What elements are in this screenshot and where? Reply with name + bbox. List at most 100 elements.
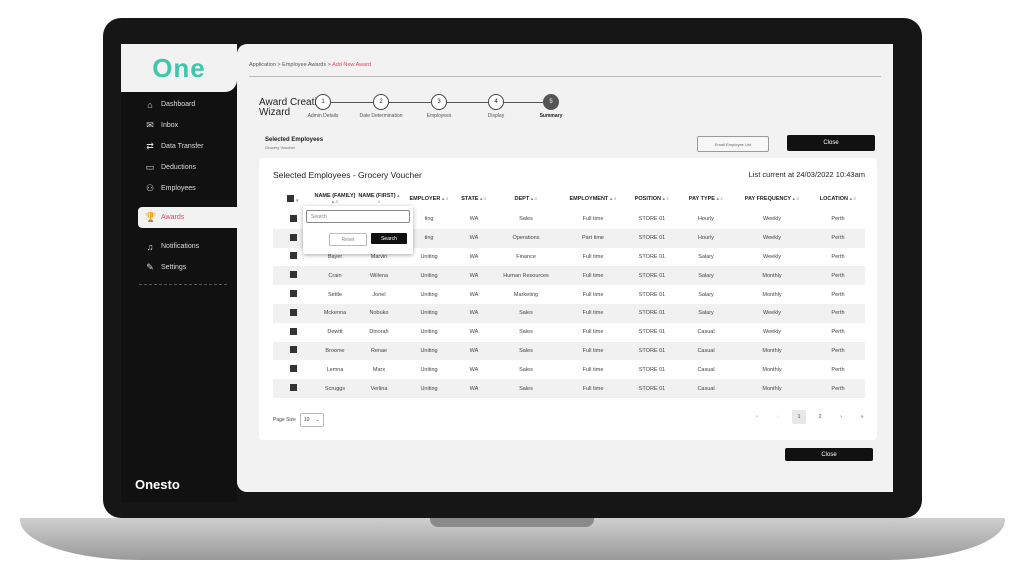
logo-area[interactable]: One <box>121 44 237 92</box>
column-header[interactable]: PAY TYPE ▴ ⌕ <box>679 188 733 210</box>
row-select-cell <box>273 285 313 304</box>
sort-filter-icon[interactable]: ▴ ⌕ <box>663 196 670 202</box>
page-size-select[interactable]: 10 ⌄ <box>299 413 324 427</box>
page-1-button[interactable]: 1 <box>792 410 806 424</box>
search-button[interactable]: Search <box>371 233 407 244</box>
row-checkbox[interactable] <box>289 384 297 392</box>
step-label: Summary <box>539 113 563 119</box>
brand-logo: Onesto <box>135 477 180 492</box>
sidebar-item-label: Awards <box>161 214 185 221</box>
row-checkbox[interactable] <box>289 365 297 373</box>
table-cell: STORE 01 <box>625 228 679 248</box>
sidebar-item-settings[interactable]: ✎ Settings <box>121 257 237 278</box>
sort-filter-icon[interactable]: ▴ ⌕ <box>531 196 538 202</box>
table-row[interactable]: Settle Jonel Uniting WA Marketing Full time ST… <box>273 285 865 304</box>
row-checkbox[interactable] <box>289 346 297 354</box>
page-2-button[interactable]: 2 <box>813 410 827 424</box>
column-header[interactable]: DEPT ▴ ⌕ <box>491 188 561 210</box>
sort-filter-icon[interactable]: ▴ ⌕ <box>442 196 449 202</box>
table-row[interactable]: Dewitt Dinorah Uniting WA Sales Full time STOR… <box>273 323 865 342</box>
column-header-label: STATE <box>461 196 479 202</box>
table-row[interactable]: Broome Renae Uniting WA Sales Full time STORE … <box>273 341 865 361</box>
laptop-notch <box>430 518 594 527</box>
row-checkbox[interactable] <box>289 308 297 316</box>
sidebar-item-deductions[interactable]: ▭ Deductions <box>121 157 237 178</box>
wizard-step-2[interactable]: 2 Date Determination <box>351 94 411 119</box>
column-header-label: POSITION <box>634 196 662 202</box>
first-page-icon[interactable]: « <box>750 410 764 424</box>
sort-filter-icon[interactable]: ▴ ⌕ <box>332 199 339 205</box>
table-row[interactable]: Scruggs Verlina Uniting WA Sales Full time STO… <box>273 379 865 398</box>
table-cell: Hourly <box>698 216 714 223</box>
column-header[interactable]: PAY FREQUENCY ▴ ⌕ <box>733 188 811 210</box>
wizard-step-5[interactable]: 5 Summary <box>521 94 581 119</box>
column-header[interactable]: EMPLOYMENT ▴ ⌕ <box>561 188 625 210</box>
table-cell: Monthly <box>733 266 811 286</box>
reset-button[interactable]: Reset <box>329 233 367 246</box>
employees-icon: ⚇ <box>145 183 155 193</box>
wizard-step-3[interactable]: 3 Employees <box>409 94 469 119</box>
step-label: Admin Details <box>307 113 339 119</box>
table-cell: Sales <box>519 366 533 373</box>
table-cell: Jonel <box>372 291 386 298</box>
table-cell: Weekly <box>763 216 781 223</box>
sort-filter-icon[interactable]: ▴ ⌕ <box>480 196 487 202</box>
chevron-down-icon: ⌄ <box>315 417 320 423</box>
table-cell: Full time <box>561 379 625 398</box>
prev-page-icon[interactable]: ‹ <box>771 410 785 424</box>
column-header[interactable]: POSITION ▴ ⌕ <box>625 188 679 210</box>
sidebar-item-notifications[interactable]: ♫ Notifications <box>121 236 237 257</box>
select-all-checkbox[interactable] <box>287 194 295 202</box>
step-label: Display <box>487 113 505 119</box>
wizard-step-4[interactable]: 4 Display <box>466 94 526 119</box>
sidebar-item-employees[interactable]: ⚇ Employees <box>121 178 237 199</box>
close-button[interactable]: Close <box>787 135 875 151</box>
table-row[interactable]: Crain Willena Uniting WA Human Resources Full… <box>273 266 865 286</box>
sort-icon[interactable]: ▾ <box>296 198 299 204</box>
table-row[interactable]: Mckenna Nobuko Uniting WA Sales Full time STOR… <box>273 303 865 323</box>
step-number: 1 <box>315 94 331 110</box>
table-cell: Marx <box>372 366 386 373</box>
wizard-step-1[interactable]: 1 Admin Details <box>293 94 353 119</box>
search-input[interactable]: Search <box>306 210 410 223</box>
page-size-label: Page Size <box>273 417 296 423</box>
sidebar-item-inbox[interactable]: ✉ Inbox <box>121 115 237 136</box>
table-cell: STORE 01 <box>625 303 679 323</box>
table-cell: Lemna <box>326 366 344 373</box>
row-checkbox[interactable] <box>289 233 297 241</box>
transfer-icon: ⇄ <box>146 141 154 151</box>
table-cell: Uniting <box>401 266 457 286</box>
sidebar-item-awards[interactable]: 🏆 Awards <box>138 207 237 228</box>
table-row[interactable]: Lemna Marx Uniting WA Sales Full time STORE 01… <box>273 360 865 379</box>
row-checkbox[interactable] <box>289 290 297 298</box>
table-cell: Nobuko <box>357 303 401 323</box>
sort-filter-icon[interactable]: ▴ ⌕ <box>717 196 724 202</box>
table-cell: Full time <box>582 329 604 336</box>
breadcrumb-path[interactable]: Application > Employee Awards > <box>249 62 332 68</box>
table-cell: Willena <box>357 266 401 286</box>
column-header[interactable]: STATE ▴ ⌕ <box>457 188 491 210</box>
email-list-button[interactable]: Email Employee List <box>697 136 769 152</box>
table-cell: WA <box>469 216 479 223</box>
table-cell: Weekly <box>733 303 811 323</box>
sort-filter-icon[interactable]: ▴ ⌕ <box>610 196 617 202</box>
table-cell: Perth <box>811 228 865 248</box>
sort-filter-icon[interactable]: ▴ ⌕ <box>793 196 800 202</box>
row-checkbox[interactable] <box>289 214 297 222</box>
table-cell: Perth <box>831 366 845 373</box>
sidebar-item-data-transfer[interactable]: ⇄ Data Transfer <box>121 136 237 157</box>
table-cell: STORE 01 <box>625 341 679 361</box>
next-page-icon[interactable]: › <box>834 410 848 424</box>
column-header[interactable]: LOCATION ▴ ⌕ <box>811 188 865 210</box>
sidebar-item-dashboard[interactable]: ⌂ Dashboard <box>121 94 237 115</box>
row-checkbox[interactable] <box>289 252 297 260</box>
close-bottom-button[interactable]: Close <box>785 448 873 461</box>
row-checkbox[interactable] <box>289 271 297 279</box>
table-cell: STORE 01 <box>638 366 666 373</box>
table-cell: Salary <box>679 266 733 286</box>
sort-filter-icon[interactable]: ▴ ⌕ <box>850 196 857 202</box>
table-cell: Perth <box>831 253 845 260</box>
last-page-icon[interactable]: » <box>855 410 869 424</box>
table-cell: Perth <box>831 216 845 223</box>
row-checkbox[interactable] <box>289 327 297 335</box>
